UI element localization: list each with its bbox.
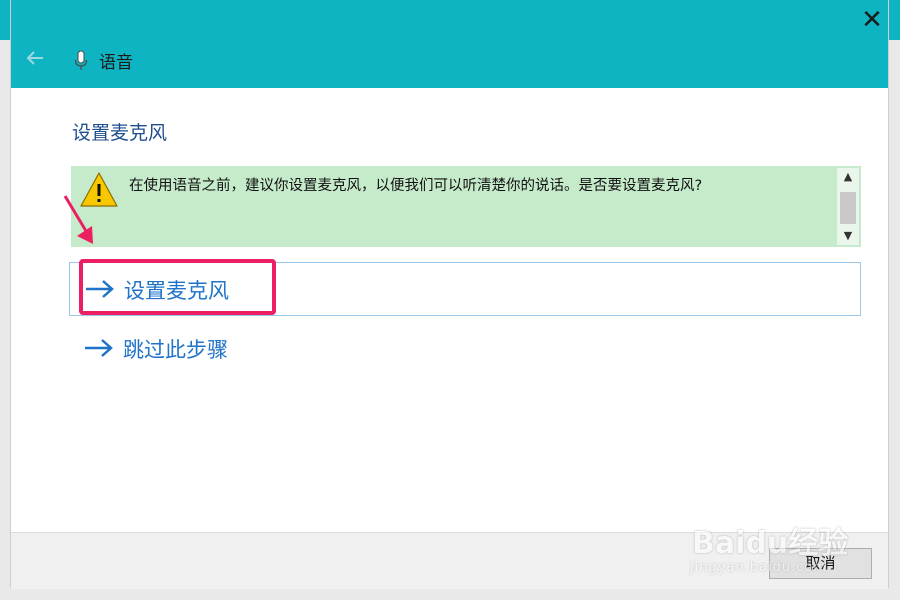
- header-title: 语音: [99, 53, 133, 73]
- back-arrow-icon[interactable]: [23, 46, 47, 70]
- close-icon[interactable]: ✕: [858, 6, 886, 34]
- scroll-up-icon[interactable]: ▲: [837, 168, 859, 186]
- notice-scrollbar[interactable]: ▲ ▼: [837, 168, 859, 245]
- watermark-url: jingyan.baidu.com: [690, 560, 827, 575]
- watermark-brand: Baidu经验: [692, 526, 849, 561]
- wizard-header: 语音: [11, 0, 888, 88]
- notice-text: 在使用语音之前，建议你设置麦克风，以便我们可以听清楚你的说话。是否要设置麦克风?: [129, 178, 703, 194]
- option-label: 跳过此步骤: [123, 338, 228, 362]
- wizard-panel: 语音 设置麦克风 在使用语音之前，建议你设置麦克风，以便我们可以听清楚你的说话。…: [10, 0, 889, 589]
- annotation-highlight-box: [79, 259, 276, 315]
- right-arrow-icon: [85, 339, 113, 357]
- page-title: 设置麦克风: [72, 122, 168, 144]
- scroll-down-icon[interactable]: ▼: [837, 227, 859, 245]
- annotation-pointer-arrow-icon: [63, 195, 93, 244]
- scrollbar-thumb[interactable]: [840, 192, 856, 224]
- skip-step-option[interactable]: 跳过此步骤: [69, 322, 369, 374]
- notice-box: 在使用语音之前，建议你设置麦克风，以便我们可以听清楚你的说话。是否要设置麦克风?…: [71, 166, 861, 247]
- speech-setup-window: 语音 设置麦克风 在使用语音之前，建议你设置麦克风，以便我们可以听清楚你的说话。…: [0, 0, 900, 600]
- microphone-icon: [74, 50, 88, 70]
- baidu-watermark: Baidu经验 jingyan.baidu.com: [684, 504, 884, 584]
